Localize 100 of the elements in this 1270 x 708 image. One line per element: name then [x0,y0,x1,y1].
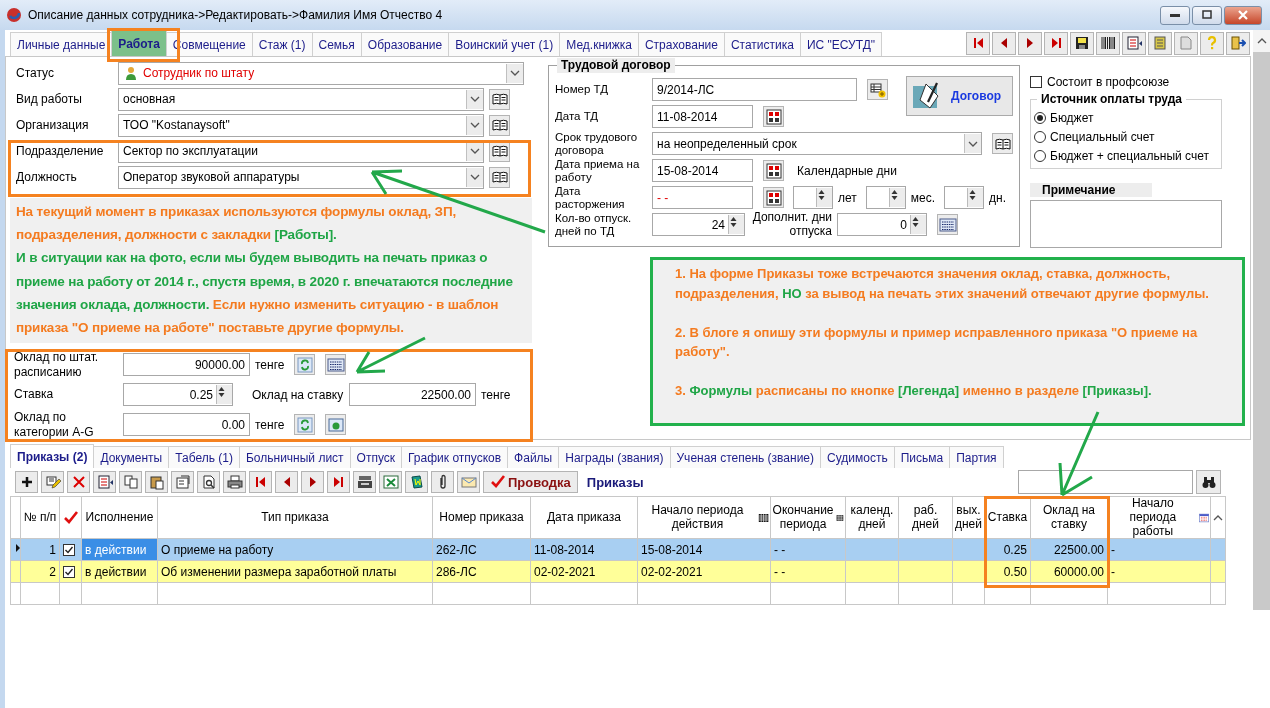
number-field[interactable]: 0 [837,213,927,236]
table-row[interactable]: 2 в действии Об изменении размера заработной платы 286-ЛС 02-02-2021 02-02-2021 - - 0.50 60000.00 - [10,560,1226,583]
next-record-button[interactable] [301,471,324,493]
close-button[interactable] [1224,5,1262,25]
tab[interactable]: График отпусков [401,446,509,468]
list-button[interactable] [93,471,116,493]
maximize-button[interactable] [1192,5,1222,25]
dropdown-field[interactable]: ТОО "Kostanaysoft" [118,113,484,137]
minimize-button[interactable] [1160,5,1190,25]
next-record-button[interactable] [1018,31,1042,55]
number-field[interactable]: 0.25 [123,383,233,406]
spinner[interactable] [967,188,984,207]
spinner[interactable] [216,385,232,404]
tab[interactable]: ИС "ЕСУТД" [799,32,883,56]
tab[interactable]: Больничный лист [238,446,351,468]
dropdown-button[interactable] [466,167,483,187]
tab[interactable]: Стаж (1) [251,32,313,56]
number-field[interactable]: 22500.00 [349,383,476,406]
last-record-button[interactable] [327,471,350,493]
search-button[interactable] [1196,470,1221,494]
calendar-button[interactable] [763,160,784,181]
number-field[interactable]: 90000.00 [123,353,250,376]
archive-button[interactable] [353,471,376,493]
copy-button[interactable] [119,471,142,493]
table-button[interactable] [937,214,958,235]
spinner[interactable] [888,188,905,207]
tab[interactable]: Награды (звания) [558,446,671,468]
first-record-button[interactable] [966,31,990,55]
tab[interactable]: Семья [311,32,362,56]
tab[interactable]: Партия [949,446,1004,468]
preview-button[interactable] [197,471,220,493]
tab[interactable]: Табель (1) [168,446,240,468]
delete-button[interactable] [67,471,90,493]
tab[interactable]: Работа [111,30,167,56]
number-field[interactable] [865,186,906,209]
dropdown-field[interactable]: Сотрудник по штату [118,61,524,85]
checkbox[interactable] [63,543,75,556]
book-button[interactable] [405,471,428,493]
tab[interactable]: Образование [360,32,450,56]
directory-button[interactable] [489,114,510,136]
tab[interactable]: Судимость [820,446,895,468]
spinner[interactable] [816,188,832,207]
checkbox[interactable] [1030,76,1042,88]
exit-button[interactable] [1226,31,1250,55]
export-button[interactable] [379,471,402,493]
spinner[interactable] [910,215,926,234]
dropdown-button[interactable] [506,63,523,83]
previous-record-button[interactable] [275,471,298,493]
tab[interactable]: Документы [93,446,170,468]
text-field[interactable]: 11-08-2014 [652,105,753,128]
barcode-button[interactable] [1096,31,1120,55]
number-field[interactable]: 0.00 [123,413,250,436]
refresh-button[interactable] [294,354,316,375]
checkbox[interactable] [63,565,75,578]
radio-button[interactable] [1034,149,1046,162]
paste-button[interactable] [145,471,168,493]
tab[interactable]: Статистика [723,32,801,56]
note-field[interactable] [1030,200,1222,248]
directory-button[interactable] [489,88,510,110]
add-button[interactable] [867,79,888,100]
tab[interactable]: Файлы [507,446,560,468]
number-field[interactable] [793,186,833,209]
tab[interactable]: Ученая степень (звание) [669,446,821,468]
dropdown-field[interactable]: на неопределенный срок [652,132,983,155]
calendar-button[interactable] [763,187,784,208]
radio-button[interactable] [1034,130,1046,143]
search-field[interactable] [1018,470,1193,494]
attach-button[interactable] [431,471,454,493]
print-button[interactable] [223,471,246,493]
text-field[interactable]: 15-08-2014 [652,159,753,182]
dropdown-button[interactable] [466,115,483,135]
last-record-button[interactable] [1044,31,1068,55]
list-button[interactable] [1122,31,1146,55]
dropdown-button[interactable] [466,89,483,109]
tab[interactable]: Письма [893,446,951,468]
directory-button[interactable] [992,133,1013,154]
radio-button[interactable] [1034,111,1046,124]
scrollbar[interactable] [1253,30,1270,610]
contract-button[interactable]: Договор [906,76,1013,116]
dropdown-field[interactable]: Оператор звуковой аппаратуры [118,165,484,189]
table-row[interactable]: 1 в действии О приеме на работу 262-ЛС 11-08-2014 15-08-2014 - - 0.25 22500.00 - [10,538,1226,561]
tab[interactable]: Воинский учет (1) [448,32,561,56]
apply-button[interactable] [325,414,347,435]
post-button[interactable]: Проводка [483,471,578,493]
edit-button[interactable] [41,471,64,493]
number-field[interactable]: 24 [652,213,745,236]
tab[interactable]: Мед.книжка [559,32,639,56]
save-button[interactable] [1070,31,1094,55]
first-record-button[interactable] [249,471,272,493]
calendar-button[interactable] [763,106,784,127]
spinner[interactable] [728,215,744,234]
refresh-button[interactable] [294,414,316,435]
add-button[interactable] [15,471,38,493]
tab[interactable]: Страхование [637,32,725,56]
properties-button[interactable] [171,471,194,493]
tab[interactable]: Личные данные [10,32,113,56]
text-field[interactable]: 9/2014-ЛС [652,78,857,101]
table-button[interactable] [325,354,347,375]
text-field[interactable]: - - [652,186,753,209]
notes-button[interactable] [1148,31,1172,55]
